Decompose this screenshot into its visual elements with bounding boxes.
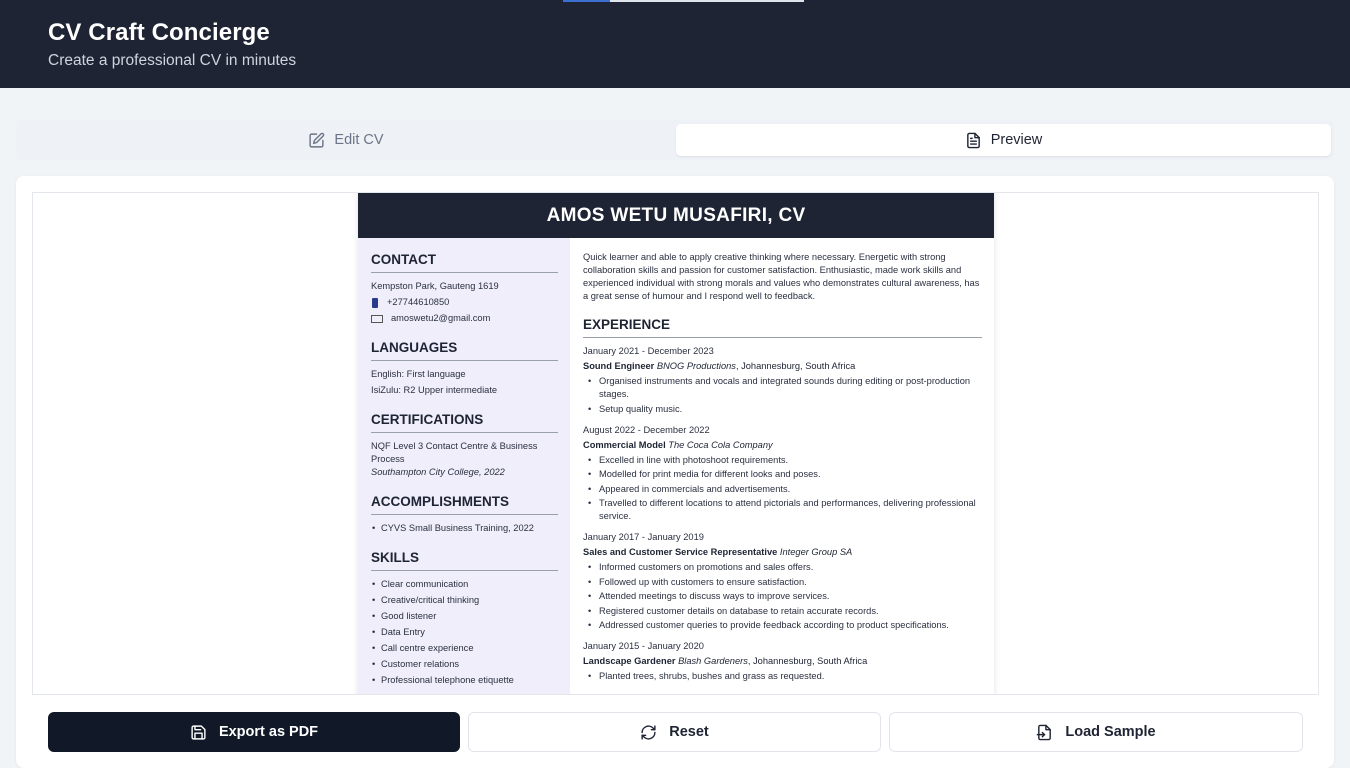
job-location: , Johannesburg, South Africa: [735, 361, 856, 371]
job-entry: January 2015 - January 2020 Landscape Ga…: [583, 640, 982, 683]
job-dates: January 2015 - January 2020: [583, 641, 704, 651]
tab-preview[interactable]: Preview: [676, 124, 1331, 156]
job-bullet: Planted trees, shrubs, bushes and grass …: [583, 670, 982, 683]
skill-item: Clear communication: [371, 578, 558, 591]
loading-bar-progress: [563, 0, 610, 2]
app-title: CV Craft Concierge: [48, 19, 270, 46]
certifications-title: CERTIFICATIONS: [371, 412, 558, 433]
action-bar: Export as PDF Reset Load Sample: [48, 712, 1303, 752]
app-subtitle: Create a professional CV in minutes: [48, 52, 297, 69]
job-bullet: Attended meetings to discuss ways to imp…: [583, 590, 982, 603]
job-bullet: Followed up with customers to ensure sat…: [583, 576, 982, 589]
skill-item: Data Entry: [371, 626, 558, 639]
export-pdf-button[interactable]: Export as PDF: [48, 712, 460, 752]
tab-preview-label: Preview: [990, 132, 1043, 148]
job-dates: January 2017 - January 2019: [583, 532, 704, 542]
certifications-section: CERTIFICATIONS NQF Level 3 Contact Centr…: [371, 412, 558, 479]
accomplishments-section: ACCOMPLISHMENTS CYVS Small Business Trai…: [371, 494, 558, 535]
job-company: Blash Gardeners: [678, 656, 748, 666]
job-bullet: Addressed customer queries to provide fe…: [583, 619, 982, 632]
file-import-icon: [1037, 724, 1052, 740]
certification-name: NQF Level 3 Contact Centre & Business Pr…: [371, 441, 538, 464]
languages-title: LANGUAGES: [371, 340, 558, 361]
cv-name-heading: AMOS WETU MUSAFIRI, CV: [358, 193, 994, 238]
job-bullet: Organised instruments and vocals and int…: [583, 375, 982, 401]
contact-phone-row: +27744610850: [371, 296, 558, 309]
skill-item: Creative/critical thinking: [371, 594, 558, 607]
language-item: English: First language: [371, 369, 466, 379]
cv-main: Quick learner and able to apply creative…: [570, 238, 994, 691]
reset-button[interactable]: Reset: [468, 712, 881, 752]
experience-title: EXPERIENCE: [583, 317, 982, 338]
accomplishments-title: ACCOMPLISHMENTS: [371, 494, 558, 515]
job-bullet: Appeared in commercials and advertisemen…: [583, 483, 982, 496]
job-company: Integer Group SA: [779, 547, 853, 557]
accomplishment-item: CYVS Small Business Training, 2022: [371, 522, 558, 535]
contact-title: CONTACT: [371, 252, 558, 273]
job-role: Sales and Customer Service Representativ…: [583, 547, 778, 557]
job-bullet: Registered customer details on database …: [583, 605, 982, 618]
document-icon: [966, 132, 980, 148]
phone-icon: [372, 297, 378, 308]
job-title: Landscape Gardener Blash Gardeners, Joha…: [583, 655, 982, 668]
job-role: Sound Engineer: [583, 361, 655, 371]
certification-institution: Southampton City College, 2022: [371, 467, 505, 477]
job-bullet: Setup quality music.: [583, 403, 982, 416]
tab-edit-label: Edit CV: [334, 132, 384, 148]
job-location: , Johannesburg, South Africa: [747, 656, 868, 666]
job-title: Sound Engineer BNOG Productions, Johanne…: [583, 360, 982, 373]
job-bullet: Excelled in line with photoshoot require…: [583, 454, 982, 467]
contact-email-row: amoswetu2@gmail.com: [371, 312, 558, 325]
contact-phone: +27744610850: [387, 297, 450, 307]
tab-edit-cv[interactable]: Edit CV: [20, 124, 672, 156]
view-tabs: Edit CV Preview: [16, 120, 1334, 160]
app-header: CV Craft Concierge Create a professional…: [0, 0, 1350, 88]
job-company: BNOG Productions: [656, 361, 736, 371]
job-dates: August 2022 - December 2022: [583, 424, 710, 435]
job-title: Sales and Customer Service Representativ…: [583, 546, 982, 559]
job-entry: August 2022 - December 2022 Commercial M…: [583, 424, 982, 524]
skills-title: SKILLS: [371, 550, 558, 571]
refresh-icon: [641, 724, 656, 740]
job-entry: January 2021 - December 2023 Sound Engin…: [583, 345, 982, 416]
skill-item: Customer relations: [371, 658, 558, 671]
cv-summary: Quick learner and able to apply creative…: [583, 252, 980, 301]
preview-scroll-area[interactable]: AMOS WETU MUSAFIRI, CV CONTACT Kempston …: [32, 192, 1319, 695]
cv-document: AMOS WETU MUSAFIRI, CV CONTACT Kempston …: [358, 193, 994, 694]
load-sample-button[interactable]: Load Sample: [889, 712, 1303, 752]
skills-section: SKILLS Clear communication Creative/crit…: [371, 550, 558, 687]
skill-item: Call centre experience: [371, 642, 558, 655]
job-bullet: Informed customers on promotions and sal…: [583, 561, 982, 574]
job-role: Landscape Gardener: [583, 656, 676, 666]
contact-section: CONTACT Kempston Park, Gauteng 1619 +277…: [371, 252, 558, 325]
export-pdf-label: Export as PDF: [218, 724, 319, 740]
job-dates: January 2021 - December 2023: [583, 346, 714, 356]
skill-item: Professional telephone etiquette: [371, 674, 558, 687]
pencil-square-icon: [309, 132, 325, 148]
preview-card: AMOS WETU MUSAFIRI, CV CONTACT Kempston …: [16, 176, 1334, 768]
job-bullet: Modelled for print media for different l…: [583, 468, 982, 481]
skill-item: Good listener: [371, 610, 558, 623]
job-title: Commercial Model The Coca Cola Company: [583, 439, 982, 452]
job-bullet: Travelled to different locations to atte…: [583, 497, 982, 523]
reset-label: Reset: [669, 724, 709, 740]
job-entry: January 2017 - January 2019 Sales and Cu…: [583, 531, 982, 632]
load-sample-label: Load Sample: [1065, 724, 1156, 740]
contact-address: Kempston Park, Gauteng 1619: [371, 281, 499, 291]
cv-sidebar: CONTACT Kempston Park, Gauteng 1619 +277…: [358, 238, 570, 694]
job-company: The Coca Cola Company: [668, 439, 773, 450]
contact-email: amoswetu2@gmail.com: [391, 313, 491, 323]
email-icon: [371, 314, 383, 323]
save-icon: [191, 724, 206, 740]
loading-bar: [563, 0, 804, 2]
languages-section: LANGUAGES English: First language IsiZul…: [371, 340, 558, 397]
language-item: IsiZulu: R2 Upper intermediate: [371, 385, 498, 395]
job-role: Commercial Model: [583, 439, 666, 450]
